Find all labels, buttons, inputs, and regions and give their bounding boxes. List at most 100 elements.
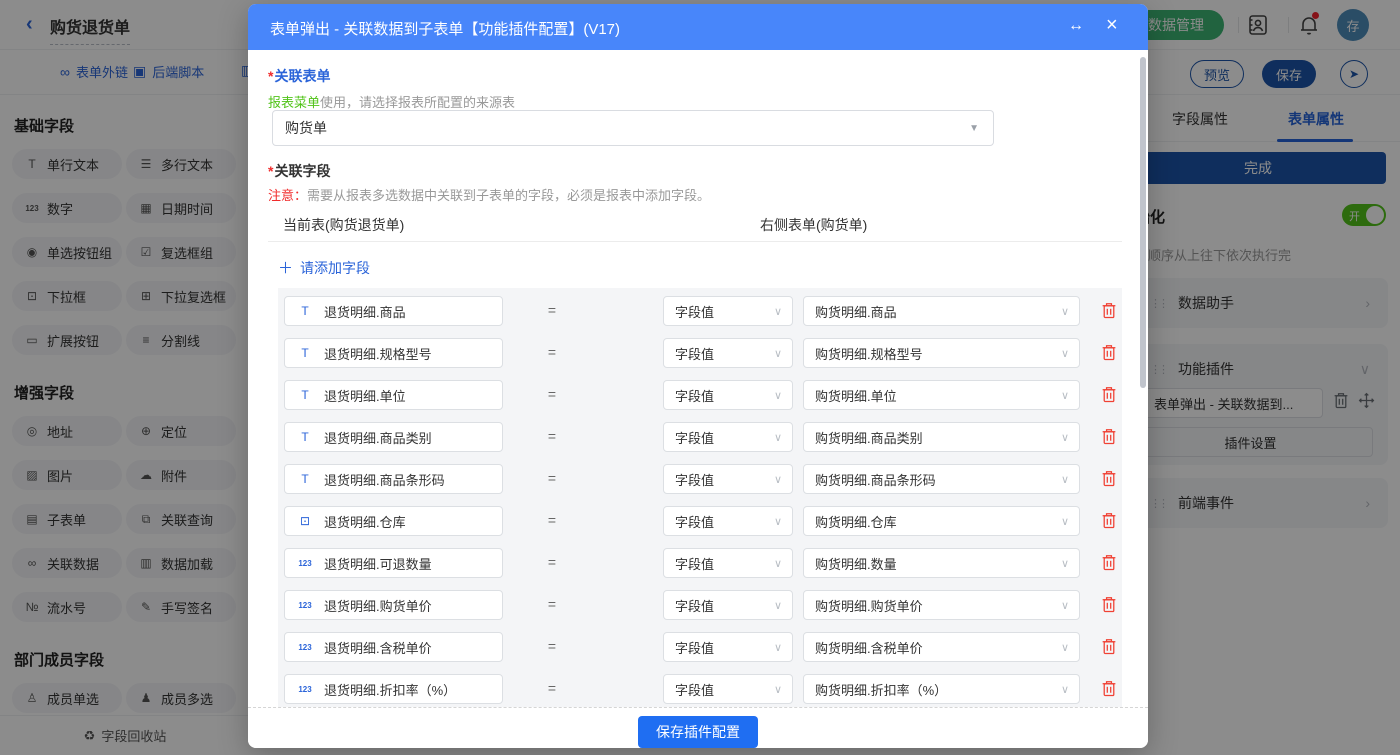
chevron-down-icon: ∨ xyxy=(1060,557,1069,570)
dialog-header: 表单弹出 - 关联数据到子表单【功能插件配置】(V17) ↔ × xyxy=(248,4,1148,50)
add-field-button[interactable]: ＋ 请添加字段 xyxy=(278,257,370,278)
right-field-select[interactable]: 购货明细.仓库 ∨ xyxy=(803,506,1080,536)
chevron-down-icon: ∨ xyxy=(773,557,782,570)
divider xyxy=(268,241,1122,242)
chevron-down-icon: ∨ xyxy=(773,431,782,444)
mapping-row: 123 退货明细.折扣率（%） = 字段值 ∨ 购货明细.折扣率（%） ∨ xyxy=(278,674,1122,704)
left-field-input[interactable]: 123 退货明细.含税单价 xyxy=(284,632,503,662)
delete-row-icon[interactable] xyxy=(1101,512,1117,529)
chevron-down-icon: ∨ xyxy=(773,599,782,612)
left-field-input[interactable]: T 退货明细.商品类别 xyxy=(284,422,503,452)
source-form-select[interactable]: 购货单 ▼ xyxy=(272,110,994,146)
value-type-select[interactable]: 字段值 ∨ xyxy=(663,590,793,620)
left-field-input[interactable]: ⊡ 退货明细.仓库 xyxy=(284,506,503,536)
left-field-input[interactable]: T 退货明细.单位 xyxy=(284,380,503,410)
right-field-select[interactable]: 购货明细.商品类别 ∨ xyxy=(803,422,1080,452)
mapping-row: 123 退货明细.可退数量 = 字段值 ∨ 购货明细.数量 ∨ xyxy=(278,548,1122,578)
mapping-row: T 退货明细.商品条形码 = 字段值 ∨ 购货明细.商品条形码 ∨ xyxy=(278,464,1122,494)
value-type-select[interactable]: 字段值 ∨ xyxy=(663,548,793,578)
mapping-row: 123 退货明细.购货单价 = 字段值 ∨ 购货明细.购货单价 ∨ xyxy=(278,590,1122,620)
right-field-select[interactable]: 购货明细.含税单价 ∨ xyxy=(803,632,1080,662)
delete-row-icon[interactable] xyxy=(1101,344,1117,361)
delete-row-icon[interactable] xyxy=(1101,596,1117,613)
left-field-input[interactable]: 123 退货明细.折扣率（%） xyxy=(284,674,503,704)
equals-operator: = xyxy=(547,386,557,402)
equals-operator: = xyxy=(547,596,557,612)
left-field-input[interactable]: T 退货明细.商品 xyxy=(284,296,503,326)
required-asterisk: * xyxy=(268,68,274,84)
text-icon: T xyxy=(301,346,309,360)
equals-operator: = xyxy=(547,428,557,444)
expand-icon[interactable]: ↔ xyxy=(1068,17,1084,35)
left-field-input[interactable]: T 退货明细.商品条形码 xyxy=(284,464,503,494)
value-type-select[interactable]: 字段值 ∨ xyxy=(663,422,793,452)
right-field-select[interactable]: 购货明细.折扣率（%） ∨ xyxy=(803,674,1080,704)
mapping-list: T 退货明细.商品 = 字段值 ∨ 购货明细.商品 ∨ T 退货明细.规格型号 = 字段… xyxy=(278,288,1122,707)
right-field-select[interactable]: 购货明细.商品 ∨ xyxy=(803,296,1080,326)
delete-row-icon[interactable] xyxy=(1101,638,1117,655)
right-field-select[interactable]: 购货明细.单位 ∨ xyxy=(803,380,1080,410)
delete-row-icon[interactable] xyxy=(1101,554,1117,571)
delete-row-icon[interactable] xyxy=(1101,386,1117,403)
left-field-input[interactable]: 123 退货明细.购货单价 xyxy=(284,590,503,620)
chevron-down-icon: ∨ xyxy=(773,305,782,318)
mapping-row: T 退货明细.商品类别 = 字段值 ∨ 购货明细.商品类别 ∨ xyxy=(278,422,1122,452)
text-icon: T xyxy=(301,472,309,486)
right-field-select[interactable]: 购货明细.规格型号 ∨ xyxy=(803,338,1080,368)
mapping-row: 123 退货明细.含税单价 = 字段值 ∨ 购货明细.含税单价 ∨ xyxy=(278,632,1122,662)
chevron-down-icon: ∨ xyxy=(1060,683,1069,696)
related-form-label: *关联表单 xyxy=(268,68,331,84)
left-field-input[interactable]: 123 退货明细.可退数量 xyxy=(284,548,503,578)
required-asterisk: * xyxy=(268,163,274,179)
value-type-select[interactable]: 字段值 ∨ xyxy=(663,464,793,494)
number-icon: 123 xyxy=(298,642,312,652)
value-type-select[interactable]: 字段值 ∨ xyxy=(663,674,793,704)
chevron-down-icon: ∨ xyxy=(773,515,782,528)
number-icon: 123 xyxy=(298,684,312,694)
equals-operator: = xyxy=(547,638,557,654)
chevron-down-icon: ∨ xyxy=(1060,599,1069,612)
chevron-down-icon: ∨ xyxy=(1060,389,1069,402)
equals-operator: = xyxy=(547,512,557,528)
plugin-config-dialog: 表单弹出 - 关联数据到子表单【功能插件配置】(V17) ↔ × *关联表单 报… xyxy=(248,4,1148,748)
related-fields-note: 注意：需要从报表多选数据中关联到子表单的字段，必须是报表中添加字段。 xyxy=(268,188,711,203)
equals-operator: = xyxy=(547,344,557,360)
equals-operator: = xyxy=(547,680,557,696)
app-root: ‹ 购货退货单 数据管理 存 ∞ 表单外链 ▣ 后端脚本 ▥ 预览 xyxy=(0,0,1400,755)
chevron-down-icon: ∨ xyxy=(1060,641,1069,654)
caret-down-icon: ▼ xyxy=(969,122,979,134)
chevron-down-icon: ∨ xyxy=(773,473,782,486)
number-icon: 123 xyxy=(298,558,312,568)
related-fields-label: *关联字段 xyxy=(268,163,331,179)
left-field-input[interactable]: T 退货明细.规格型号 xyxy=(284,338,503,368)
right-field-select[interactable]: 购货明细.数量 ∨ xyxy=(803,548,1080,578)
text-icon: T xyxy=(301,388,309,402)
mapping-row: T 退货明细.商品 = 字段值 ∨ 购货明细.商品 ∨ xyxy=(278,296,1122,326)
equals-operator: = xyxy=(547,302,557,318)
column-header-left: 当前表(购货退货单) xyxy=(283,217,405,233)
value-type-select[interactable]: 字段值 ∨ xyxy=(663,380,793,410)
right-field-select[interactable]: 购货明细.商品条形码 ∨ xyxy=(803,464,1080,494)
right-field-select[interactable]: 购货明细.购货单价 ∨ xyxy=(803,590,1080,620)
value-type-select[interactable]: 字段值 ∨ xyxy=(663,296,793,326)
chevron-down-icon: ∨ xyxy=(1060,305,1069,318)
value-type-select[interactable]: 字段值 ∨ xyxy=(663,506,793,536)
mapping-row: T 退货明细.规格型号 = 字段值 ∨ 购货明细.规格型号 ∨ xyxy=(278,338,1122,368)
mapping-row: ⊡ 退货明细.仓库 = 字段值 ∨ 购货明细.仓库 ∨ xyxy=(278,506,1122,536)
delete-row-icon[interactable] xyxy=(1101,428,1117,445)
equals-operator: = xyxy=(547,554,557,570)
delete-row-icon[interactable] xyxy=(1101,680,1117,697)
chevron-down-icon: ∨ xyxy=(773,641,782,654)
value-type-select[interactable]: 字段值 ∨ xyxy=(663,632,793,662)
delete-row-icon[interactable] xyxy=(1101,302,1117,319)
modal-scrollbar[interactable] xyxy=(1140,57,1146,388)
text-icon: T xyxy=(301,304,309,318)
close-icon[interactable]: × xyxy=(1106,14,1118,37)
equals-operator: = xyxy=(547,470,557,486)
delete-row-icon[interactable] xyxy=(1101,470,1117,487)
value-type-select[interactable]: 字段值 ∨ xyxy=(663,338,793,368)
save-plugin-config-button[interactable]: 保存插件配置 xyxy=(638,716,758,748)
chevron-down-icon: ∨ xyxy=(1060,515,1069,528)
mapping-row: T 退货明细.单位 = 字段值 ∨ 购货明细.单位 ∨ xyxy=(278,380,1122,410)
chevron-down-icon: ∨ xyxy=(773,683,782,696)
